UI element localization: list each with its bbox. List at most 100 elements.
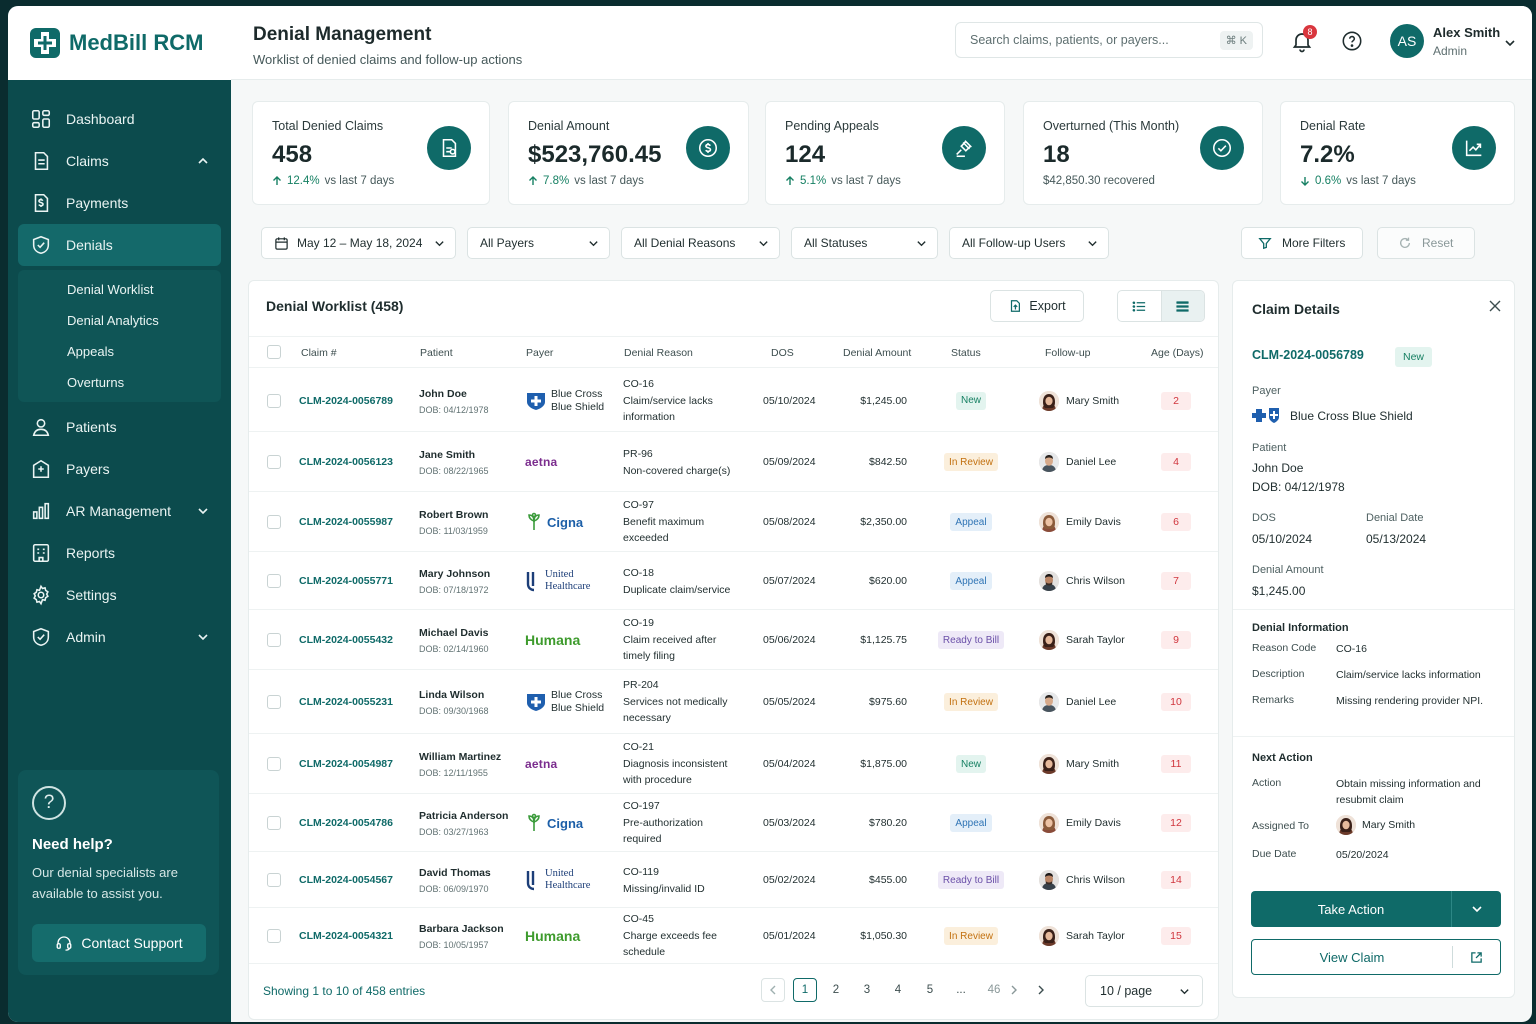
patient-name: Mary Johnson bbox=[419, 568, 491, 580]
claim-number-link[interactable]: CLM-2024-0056123 bbox=[299, 456, 393, 468]
page-button[interactable]: 46 bbox=[982, 978, 1006, 1002]
payer-filter[interactable]: All Payers bbox=[467, 227, 610, 259]
column-header[interactable]: Age (Days) bbox=[1151, 347, 1204, 359]
denial-reason: CO-45 Charge exceeds fee schedule bbox=[623, 911, 743, 961]
column-header[interactable]: Claim # bbox=[301, 347, 337, 359]
search-input[interactable]: Search claims, patients, or payers... ⌘ … bbox=[955, 22, 1263, 58]
table-row[interactable]: CLM-2024-0055231 Linda Wilson DOB: 09/30/1… bbox=[249, 670, 1218, 734]
row-checkbox[interactable] bbox=[267, 455, 281, 469]
row-checkbox[interactable] bbox=[267, 816, 281, 830]
table-row[interactable]: CLM-2024-0054987 William Martinez DOB: 12/… bbox=[249, 734, 1218, 794]
claim-number-link[interactable]: CLM-2024-0054987 bbox=[299, 758, 393, 770]
follow-up-user-filter[interactable]: All Follow-up Users bbox=[949, 227, 1109, 259]
denial-amount-value: $1,875.00 bbox=[860, 758, 907, 770]
stat-label: Total Denied Claims bbox=[272, 119, 384, 133]
select-all-checkbox[interactable] bbox=[267, 345, 281, 359]
table-row[interactable]: CLM-2024-0055987 Robert Brown DOB: 11/03/1… bbox=[249, 492, 1218, 552]
row-checkbox[interactable] bbox=[267, 695, 281, 709]
more-filters-button[interactable]: More Filters bbox=[1241, 227, 1363, 259]
table-row[interactable]: CLM-2024-0054321 Barbara Jackson DOB: 10/0… bbox=[249, 908, 1218, 964]
row-checkbox[interactable] bbox=[267, 574, 281, 588]
claim-number-link[interactable]: CLM-2024-0054567 bbox=[299, 874, 393, 886]
column-header[interactable]: Patient bbox=[420, 347, 453, 359]
user-name[interactable]: Alex Smith bbox=[1433, 25, 1500, 40]
claim-number-link[interactable]: CLM-2024-0055771 bbox=[299, 575, 393, 587]
column-header[interactable]: Follow-up bbox=[1045, 347, 1091, 359]
bcbs-logo-icon bbox=[1252, 408, 1279, 423]
sidebar-subitem-denial-analytics[interactable]: Denial Analytics bbox=[18, 305, 221, 336]
claim-number-link[interactable]: CLM-2024-0054321 bbox=[299, 930, 393, 942]
details-denial-date: 05/13/2024 bbox=[1366, 532, 1427, 546]
list-view-button[interactable] bbox=[1118, 291, 1161, 321]
user-avatar[interactable]: AS bbox=[1390, 24, 1424, 58]
sidebar-item-ar-management[interactable]: AR Management bbox=[18, 490, 221, 532]
claim-number-link[interactable]: CLM-2024-0055231 bbox=[299, 696, 393, 708]
sidebar-item-admin[interactable]: Admin bbox=[18, 616, 221, 658]
row-checkbox[interactable] bbox=[267, 873, 281, 887]
logo[interactable]: MedBill RCM bbox=[8, 6, 231, 80]
contact-support-button[interactable]: Contact Support bbox=[32, 924, 206, 962]
next-page-button[interactable] bbox=[1029, 978, 1053, 1002]
sidebar-item-payments[interactable]: Payments bbox=[18, 182, 221, 224]
claim-number-link[interactable]: CLM-2024-0055432 bbox=[299, 634, 393, 646]
row-checkbox[interactable] bbox=[267, 393, 281, 408]
denial-reason-filter[interactable]: All Denial Reasons bbox=[621, 227, 780, 259]
chevron-down-icon[interactable] bbox=[1504, 37, 1516, 49]
table-row[interactable]: CLM-2024-0055432 Michael Davis DOB: 02/14/… bbox=[249, 610, 1218, 670]
status-filter[interactable]: All Statuses bbox=[791, 227, 938, 259]
sidebar-item-patients[interactable]: Patients bbox=[18, 406, 221, 448]
table-view-button[interactable] bbox=[1160, 291, 1204, 321]
table-row[interactable]: CLM-2024-0056789 John Doe DOB: 04/12/1978 B… bbox=[249, 369, 1218, 432]
page-button[interactable]: 1 bbox=[793, 978, 817, 1002]
page-size-select[interactable]: 10 / page bbox=[1085, 975, 1203, 1007]
sidebar-item-claims[interactable]: Claims bbox=[18, 140, 221, 182]
claim-number-link[interactable]: CLM-2024-0055987 bbox=[299, 516, 393, 528]
user-role: Admin bbox=[1433, 44, 1468, 58]
payer-cell: Cigna bbox=[525, 510, 611, 534]
table-row[interactable]: CLM-2024-0054567 David Thomas DOB: 06/09/1… bbox=[249, 852, 1218, 908]
sidebar-item-reports[interactable]: Reports bbox=[18, 532, 221, 574]
table-row[interactable]: CLM-2024-0056123 Jane Smith DOB: 08/22/196… bbox=[249, 432, 1218, 492]
sidebar-item-payers[interactable]: Payers bbox=[18, 448, 221, 490]
claim-number-link[interactable]: CLM-2024-0054786 bbox=[299, 817, 393, 829]
help-icon[interactable] bbox=[1341, 30, 1363, 52]
row-checkbox[interactable] bbox=[267, 515, 281, 529]
row-checkbox[interactable] bbox=[267, 929, 281, 943]
date-range-filter[interactable]: May 12 – May 18, 2024 bbox=[261, 227, 456, 259]
table-row[interactable]: CLM-2024-0054786 Patricia Anderson DOB: 03… bbox=[249, 794, 1218, 852]
row-checkbox[interactable] bbox=[267, 633, 281, 647]
sidebar-subitem-denial-worklist[interactable]: Denial Worklist bbox=[18, 274, 221, 305]
details-claim-number[interactable]: CLM-2024-0056789 bbox=[1252, 348, 1364, 362]
sidebar-subitem-overturns[interactable]: Overturns bbox=[18, 367, 221, 398]
column-header[interactable]: Status bbox=[951, 347, 981, 359]
claim-number-link[interactable]: CLM-2024-0056789 bbox=[299, 395, 393, 407]
take-action-button[interactable]: Take Action bbox=[1251, 891, 1501, 927]
sidebar-subitem-appeals[interactable]: Appeals bbox=[18, 336, 221, 367]
sidebar-item-settings[interactable]: Settings bbox=[18, 574, 221, 616]
export-button[interactable]: Export bbox=[990, 290, 1084, 322]
take-action-dropdown[interactable] bbox=[1452, 903, 1501, 915]
reset-button[interactable]: Reset bbox=[1377, 227, 1475, 259]
follow-up-user: Emily Davis bbox=[1039, 813, 1121, 833]
column-header[interactable]: Payer bbox=[526, 347, 553, 359]
page-button[interactable]: 2 bbox=[824, 978, 848, 1002]
chevron-down-icon bbox=[917, 241, 926, 247]
open-external-button[interactable] bbox=[1453, 951, 1500, 964]
view-claim-button[interactable]: View Claim bbox=[1251, 939, 1501, 975]
table-row[interactable]: CLM-2024-0055771 Mary Johnson DOB: 07/18/1… bbox=[249, 552, 1218, 610]
denial-info-title: Denial Information bbox=[1252, 622, 1349, 634]
column-header[interactable]: DOS bbox=[771, 347, 794, 359]
description-label: Description bbox=[1252, 668, 1305, 680]
sidebar-item-dashboard[interactable]: Dashboard bbox=[18, 98, 221, 140]
page-button[interactable]: 3 bbox=[855, 978, 879, 1002]
prev-page-button[interactable] bbox=[761, 978, 785, 1002]
column-header[interactable]: Denial Reason bbox=[624, 347, 693, 359]
page-button[interactable]: 5 bbox=[918, 978, 942, 1002]
gavel-icon bbox=[942, 126, 986, 170]
page-button[interactable]: 4 bbox=[886, 978, 910, 1002]
close-icon[interactable] bbox=[1488, 299, 1502, 313]
sidebar-item-denials[interactable]: Denials bbox=[18, 224, 221, 266]
row-checkbox[interactable] bbox=[267, 757, 281, 771]
column-header[interactable]: Denial Amount bbox=[843, 347, 911, 359]
denial-amount-value: $455.00 bbox=[869, 874, 907, 886]
